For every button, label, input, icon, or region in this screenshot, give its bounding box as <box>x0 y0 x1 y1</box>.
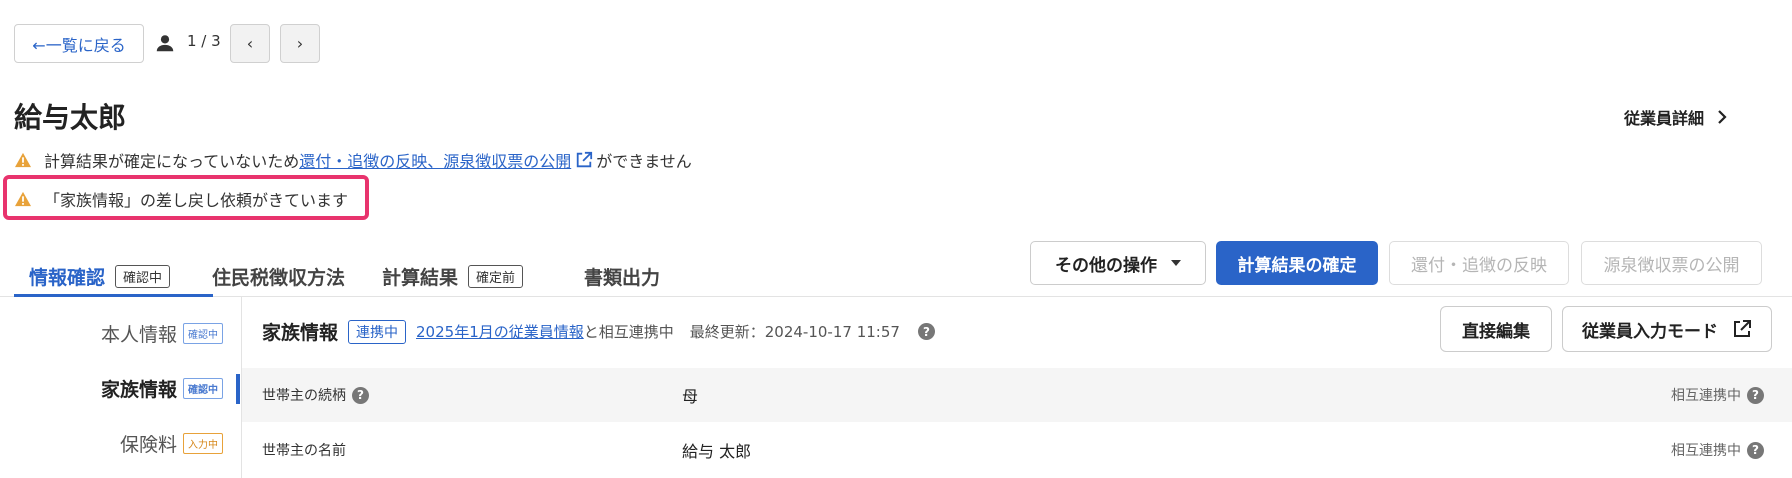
back-to-list-button[interactable]: ←一覧に戻る <box>14 24 144 63</box>
sync-status-text: 相互連携中 <box>1671 443 1741 459</box>
next-button[interactable]: › <box>280 24 320 63</box>
refund-publish-link[interactable]: 還付・追徴の反映、源泉徴収票の公開 <box>299 148 571 172</box>
apply-refund-button[interactable]: 還付・追徴の反映 <box>1389 241 1569 285</box>
tab-resident-tax[interactable]: 住民税徴収方法 <box>212 258 345 294</box>
employee-detail-link[interactable]: 従業員詳細 <box>1624 105 1728 129</box>
warning-calc-not-confirmed: 計算結果が確定になっていないため 還付・追徴の反映、源泉徴収票の公開 ができませ… <box>14 148 692 172</box>
tab-label: 情報確認 <box>29 266 106 289</box>
tab-label: 住民税徴収方法 <box>212 266 346 289</box>
status-badge: 確認中 <box>183 378 223 399</box>
external-link-icon <box>1734 320 1751 337</box>
status-badge: 確認中 <box>115 264 171 288</box>
status-badge: 連携中 <box>348 319 407 344</box>
tab-calc-result[interactable]: 計算結果 確定前 <box>382 258 524 294</box>
table-row: 世帯主の続柄 ? 母 相互連携中 ? <box>242 368 1792 422</box>
warning-text: 計算結果が確定になっていないため <box>44 152 300 171</box>
publish-withholding-button[interactable]: 源泉徴収票の公開 <box>1581 241 1762 285</box>
field-value: 給与 太郎 <box>682 442 752 461</box>
direct-edit-button[interactable]: 直接編集 <box>1440 306 1552 352</box>
sidebar-item-label: 家族情報 <box>100 379 177 401</box>
chevron-left-icon: ‹ <box>246 34 254 53</box>
sidebar-active-indicator <box>236 374 240 404</box>
prev-button[interactable]: ‹ <box>230 24 270 63</box>
field-value: 母 <box>682 387 699 406</box>
external-link-icon[interactable] <box>575 151 593 169</box>
sidebar-item-label: 保険料 <box>119 434 177 456</box>
warning-text-suffix: ができません <box>596 152 692 171</box>
sidebar-item-family[interactable]: 家族情報 確認中 <box>101 375 223 402</box>
help-icon[interactable]: ? <box>1747 441 1764 459</box>
section-title: 家族情報 <box>262 322 339 344</box>
sidebar-item-personal[interactable]: 本人情報 確認中 <box>101 320 223 347</box>
divider <box>0 296 1792 297</box>
employee-input-mode-button[interactable]: 従業員入力モード <box>1562 306 1772 352</box>
caret-down-icon <box>1171 260 1181 266</box>
sync-status: 相互連携中 ? <box>1671 385 1764 405</box>
status-badge: 確定前 <box>468 264 524 288</box>
warning-icon <box>15 152 31 168</box>
section-header: 家族情報 連携中 2025年1月の従業員情報と相互連携中 最終更新：2024-1… <box>262 318 935 345</box>
pager-count: 1 / 3 <box>187 32 221 50</box>
help-icon[interactable]: ? <box>1747 386 1764 404</box>
sidebar-item-label: 本人情報 <box>100 324 177 346</box>
last-updated: 最終更新：2024-10-17 11:57 <box>689 323 900 341</box>
field-label-text: 世帯主の名前 <box>262 443 346 459</box>
help-icon[interactable]: ? <box>352 386 369 404</box>
tab-bar: 情報確認 確認中 住民税徴収方法 計算結果 確定前 書類出力 <box>14 258 684 298</box>
status-badge: 入力中 <box>183 433 223 454</box>
help-icon[interactable]: ? <box>917 323 935 340</box>
chevron-right-icon: › <box>296 34 304 53</box>
confirm-calc-button[interactable]: 計算結果の確定 <box>1216 241 1378 285</box>
warning-icon <box>15 191 31 207</box>
page-title: 給与太郎 <box>14 101 127 134</box>
warning-family-sendback: 「家族情報」の差し戻し依頼がきています <box>14 187 348 211</box>
other-actions-label: その他の操作 <box>1055 255 1157 276</box>
field-label-text: 世帯主の続柄 <box>262 388 346 404</box>
tab-info-check[interactable]: 情報確認 確認中 <box>29 258 171 294</box>
chevron-right-icon <box>1718 110 1727 124</box>
sync-status: 相互連携中 ? <box>1671 440 1764 460</box>
tab-document-output[interactable]: 書類出力 <box>584 258 660 294</box>
employee-info-link[interactable]: 2025年1月の従業員情報 <box>416 323 584 341</box>
active-tab-indicator <box>14 294 213 297</box>
tab-label: 計算結果 <box>382 266 459 289</box>
field-label: 世帯主の名前 <box>262 440 346 460</box>
sync-status-text: 相互連携中 <box>1671 388 1741 404</box>
sync-text: と相互連携中 <box>583 323 674 341</box>
field-label: 世帯主の続柄 ? <box>262 385 369 405</box>
input-mode-label: 従業員入力モード <box>1582 321 1718 342</box>
tab-label: 書類出力 <box>584 266 661 289</box>
table-row: 世帯主の名前 給与 太郎 相互連携中 ? <box>242 423 1792 477</box>
sidebar-item-insurance[interactable]: 保険料 入力中 <box>120 430 223 457</box>
status-badge: 確認中 <box>183 323 223 344</box>
person-icon <box>156 35 174 52</box>
other-actions-button[interactable]: その他の操作 <box>1030 241 1206 285</box>
warning-text: 「家族情報」の差し戻し依頼がきています <box>44 191 349 210</box>
employee-detail-label: 従業員詳細 <box>1624 109 1705 128</box>
